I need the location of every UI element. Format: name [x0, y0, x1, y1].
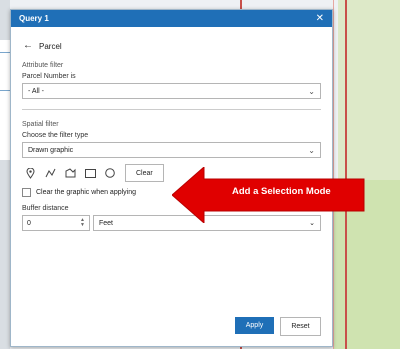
buffer-unit-value: Feet: [99, 219, 114, 227]
apply-button[interactable]: Apply: [235, 317, 274, 334]
filter-type-label: Choose the filter type: [22, 132, 89, 139]
rectangle-icon[interactable]: [82, 165, 98, 181]
polygon-icon[interactable]: [62, 165, 78, 181]
divider: [22, 109, 321, 110]
chevron-down-icon: ⌄: [308, 145, 315, 155]
close-icon[interactable]: ✕: [316, 13, 324, 24]
annotation-arrow: Add a Selection Mode: [171, 165, 368, 225]
buffer-distance-input[interactable]: 0 ▲ ▼: [22, 215, 90, 231]
filter-type-value: Drawn graphic: [28, 146, 74, 154]
chevron-down-icon: ⌄: [308, 86, 315, 96]
polyline-icon[interactable]: [42, 165, 58, 181]
back-link[interactable]: ← Parcel: [23, 41, 321, 51]
point-icon[interactable]: [22, 165, 38, 181]
stepper-icon[interactable]: ▲ ▼: [80, 218, 85, 228]
circle-icon[interactable]: [102, 165, 118, 181]
clear-button[interactable]: Clear: [125, 164, 164, 182]
attribute-filter-heading: Attribute filter: [22, 62, 64, 69]
parcel-number-select[interactable]: - All - ⌄: [22, 83, 321, 99]
back-label: Parcel: [39, 41, 62, 51]
clear-graphic-checkbox[interactable]: [22, 188, 31, 197]
clear-graphic-label: Clear the graphic when applying: [36, 189, 137, 196]
parcel-number-label: Parcel Number is: [22, 73, 76, 80]
dialog-footer: Apply Reset: [235, 317, 321, 336]
dialog-title: Query 1: [19, 14, 49, 23]
filter-type-select[interactable]: Drawn graphic ⌄: [22, 142, 321, 158]
reset-button[interactable]: Reset: [280, 317, 321, 336]
spatial-filter-heading: Spatial filter: [22, 121, 59, 128]
dialog-titlebar: Query 1 ✕: [11, 10, 332, 27]
back-arrow-icon: ←: [23, 40, 33, 51]
buffer-distance-value: 0: [27, 219, 31, 227]
parcel-number-value: - All -: [28, 87, 44, 95]
annotation-text: Add a Selection Mode: [232, 186, 331, 197]
parcel-boundary-line: [240, 0, 242, 9]
